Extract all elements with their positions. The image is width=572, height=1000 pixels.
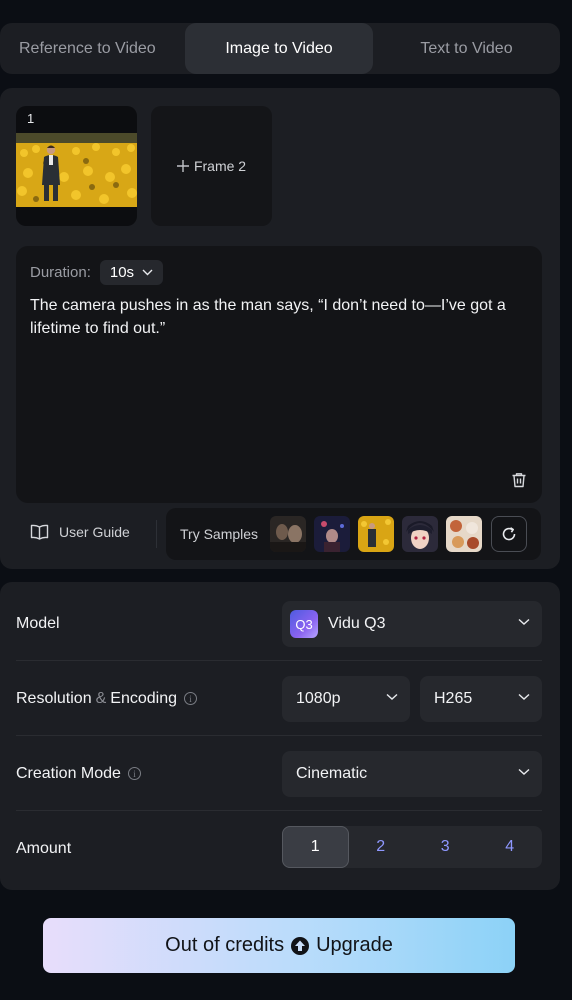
sample-thumbnail[interactable] (314, 516, 351, 552)
amount-row: Amount 1 2 3 4 (16, 811, 542, 886)
model-value: Vidu Q3 (328, 615, 386, 632)
amount-label: Amount (16, 839, 72, 857)
chevron-down-icon (518, 618, 530, 625)
model-label: Model (16, 614, 60, 632)
mode-tabs: Reference to Video Image to Video Text t… (0, 23, 560, 74)
encoding-select[interactable]: H265 (420, 676, 542, 722)
try-samples-label: Try Samples (180, 526, 259, 542)
out-of-credits-label: Out of credits (165, 934, 285, 956)
duration-value: 10s (109, 264, 135, 281)
resolution-encoding-label: Resolution & Encoding i (16, 661, 197, 736)
amount-option-1[interactable]: 1 (282, 826, 349, 868)
sample-4-image (402, 516, 439, 552)
sample-1-image (270, 516, 307, 552)
prompt-textarea[interactable]: The camera pushes in as the man says, “I… (30, 294, 530, 340)
creation-mode-row: Creation Mode i Cinematic (16, 736, 542, 811)
sample-thumbnail[interactable] (358, 516, 395, 552)
amount-option-2[interactable]: 2 (349, 826, 414, 868)
upgrade-arrow-icon (291, 936, 310, 955)
model-badge-icon: Q3 (290, 610, 318, 638)
encoding-label: Encoding (110, 689, 177, 707)
creation-mode-label: Creation Mode (16, 764, 121, 782)
duration-label: Duration: (30, 264, 91, 281)
amount-selector: 1 2 3 4 (282, 826, 542, 868)
ampersand: & (95, 689, 107, 707)
tab-reference-to-video[interactable]: Reference to Video (0, 23, 185, 74)
sample-thumbnail[interactable] (446, 516, 483, 552)
try-samples-bar: Try Samples (166, 508, 541, 560)
tab-text-to-video[interactable]: Text to Video (373, 23, 560, 74)
input-panel: 1 Frame 2 Duration: 10s The camera pushe… (0, 88, 560, 569)
tab-image-to-video[interactable]: Image to Video (185, 23, 373, 74)
encoding-value: H265 (434, 690, 473, 707)
resolution-value: 1080p (296, 690, 341, 707)
model-row: Model Q3 Vidu Q3 (16, 586, 542, 661)
settings-panel: Model Q3 Vidu Q3 Resolution & Encoding i… (0, 582, 560, 890)
book-icon (30, 524, 49, 540)
upgrade-button[interactable]: Out of credits Upgrade (43, 918, 515, 973)
trash-icon[interactable] (510, 471, 528, 489)
refresh-samples-button[interactable] (491, 516, 528, 552)
upgrade-label: Upgrade (316, 934, 393, 956)
user-guide-link[interactable]: User Guide (30, 524, 130, 540)
creation-mode-select[interactable]: Cinematic (282, 751, 542, 797)
sample-2-image (314, 516, 351, 552)
refresh-icon (502, 527, 516, 541)
chevron-down-icon (518, 693, 530, 700)
resolution-row: Resolution & Encoding i 1080p H265 (16, 661, 542, 736)
model-select[interactable]: Q3 Vidu Q3 (282, 601, 542, 647)
amount-option-4[interactable]: 4 (478, 826, 543, 868)
resolution-label: Resolution (16, 689, 92, 707)
amount-option-3[interactable]: 3 (413, 826, 478, 868)
duration-select[interactable]: 10s (99, 260, 164, 285)
sample-thumbnail[interactable] (402, 516, 439, 552)
plus-icon (176, 160, 189, 172)
sample-5-image (446, 516, 483, 552)
prompt-box: Duration: 10s The camera pushes in as th… (16, 246, 542, 503)
frame-1-image (16, 133, 137, 207)
info-icon[interactable]: i (127, 767, 141, 780)
info-icon[interactable]: i (184, 692, 197, 705)
duration-row: Duration: 10s (30, 260, 164, 285)
chevron-down-icon (142, 269, 153, 276)
creation-mode-value: Cinematic (296, 765, 368, 782)
chevron-down-icon (386, 693, 398, 700)
sample-thumbnail[interactable] (270, 516, 307, 552)
creation-mode-label-group: Creation Mode i (16, 736, 141, 811)
add-frame-2-button[interactable]: Frame 2 (151, 106, 272, 226)
user-guide-label: User Guide (59, 524, 130, 540)
resolution-select[interactable]: 1080p (282, 676, 410, 722)
footer-divider (156, 520, 157, 548)
frame-1-slot[interactable]: 1 (16, 106, 137, 226)
frame-2-label: Frame 2 (193, 158, 247, 174)
chevron-down-icon (518, 768, 530, 775)
frame-1-number: 1 (27, 111, 35, 126)
sample-3-image (358, 516, 395, 552)
